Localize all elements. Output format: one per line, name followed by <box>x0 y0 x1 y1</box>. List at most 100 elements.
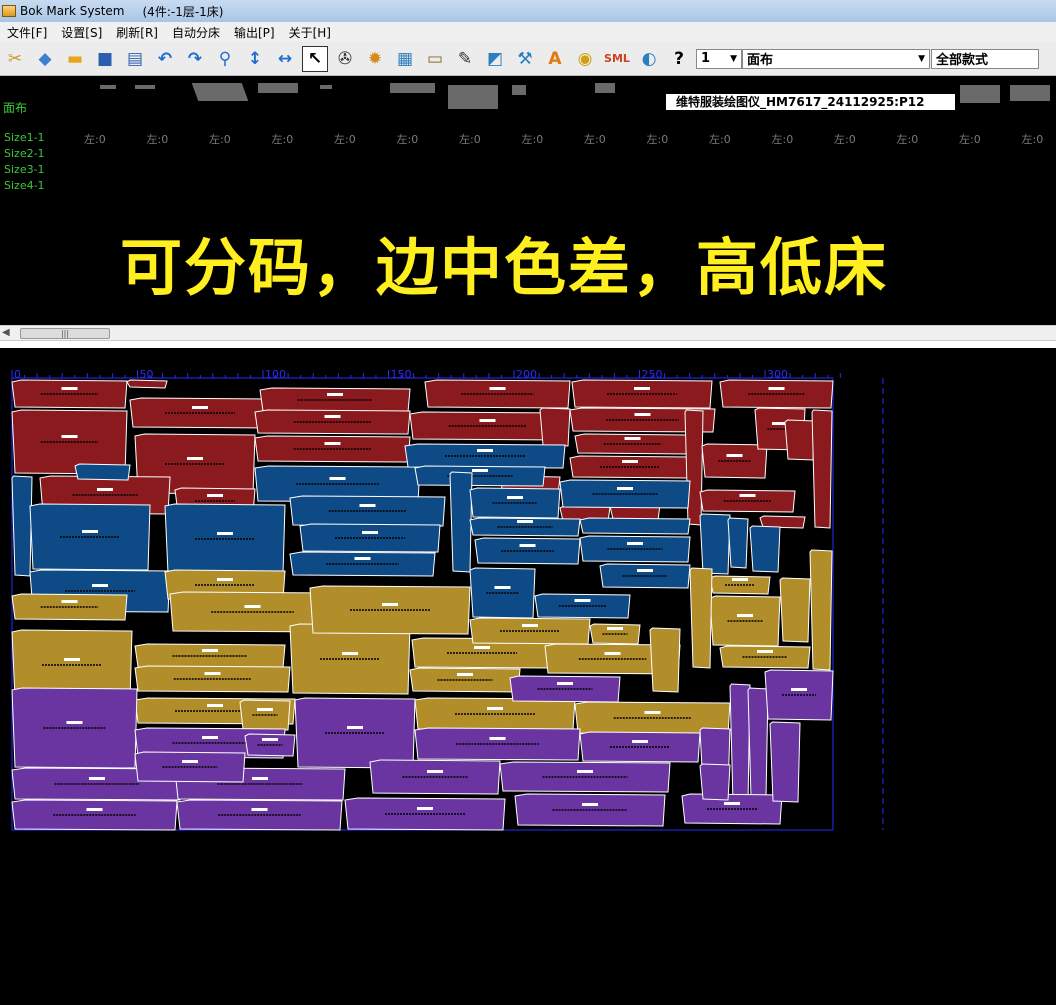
pattern-piece[interactable] <box>369 759 501 795</box>
pattern-piece[interactable] <box>134 665 291 693</box>
pattern-piece[interactable] <box>289 495 446 527</box>
piece-label <box>202 649 218 652</box>
size-row[interactable]: Size4-1 <box>4 179 45 192</box>
menu-about[interactable]: 关于[H] <box>282 24 338 41</box>
tools-icon[interactable]: ⚒ <box>512 46 538 72</box>
menu-auto-split[interactable]: 自动分床 <box>165 24 227 41</box>
layer-select[interactable]: 1 ▼ <box>696 48 742 69</box>
size-row[interactable]: Size3-1 <box>4 163 45 176</box>
scissors-icon[interactable]: ✂ <box>2 46 28 72</box>
pattern-piece[interactable] <box>689 567 713 669</box>
app-icon <box>2 5 16 17</box>
style-select[interactable]: 全部款式 <box>931 48 1039 69</box>
piece-label <box>354 557 371 560</box>
pattern-piece[interactable] <box>579 517 691 535</box>
app-title: Bok Mark System <box>20 4 125 18</box>
pattern-piece[interactable] <box>779 577 811 643</box>
pattern-piece[interactable] <box>749 525 781 573</box>
piece-label <box>487 707 503 710</box>
cursor-icon[interactable]: ↖ <box>302 45 328 72</box>
pattern-piece[interactable] <box>811 409 833 529</box>
flip-horizontal-icon[interactable]: ↔ <box>272 46 298 72</box>
left-count: 左:0 <box>896 133 919 146</box>
save-icon[interactable]: ■ <box>92 46 118 72</box>
fabric-select[interactable]: 面布 ▼ <box>742 48 930 69</box>
style-value: 全部款式 <box>936 53 989 68</box>
pattern-piece[interactable] <box>784 419 816 461</box>
marker-canvas[interactable]: 0 50 100 150 200 250 300 <box>0 348 1056 1001</box>
pattern-piece[interactable] <box>254 409 411 435</box>
pattern-piece[interactable] <box>699 763 731 801</box>
scroll-thumb[interactable]: ||| <box>20 328 110 339</box>
fabric-icon[interactable]: ◆ <box>32 46 58 72</box>
piece-label <box>634 387 650 390</box>
scroll-left-icon[interactable]: ◀ <box>2 327 10 338</box>
pattern-pieces[interactable] <box>11 379 834 831</box>
piece-label <box>627 542 643 545</box>
piece-label <box>427 770 443 773</box>
piece-label <box>489 387 506 390</box>
piece-label <box>724 802 740 805</box>
pattern-piece[interactable] <box>709 595 781 647</box>
pattern-piece[interactable] <box>559 479 691 509</box>
piece-label <box>507 496 523 499</box>
pattern-piece[interactable] <box>649 627 681 693</box>
horizontal-scrollbar[interactable]: ◀ ||| <box>0 325 1056 341</box>
knife-icon[interactable]: ✎ <box>452 46 478 72</box>
disc-icon[interactable]: ◉ <box>572 46 598 72</box>
pattern-piece[interactable] <box>727 517 749 569</box>
print-icon[interactable]: ▭ <box>422 46 448 72</box>
ruler-tick: 300 <box>767 368 788 381</box>
pattern-piece[interactable] <box>539 407 571 447</box>
piece-label <box>89 777 105 780</box>
pattern-piece[interactable] <box>699 489 796 513</box>
pattern-piece[interactable] <box>534 593 631 619</box>
pattern-piece[interactable] <box>474 537 581 565</box>
insert-icon[interactable]: ▤ <box>122 46 148 72</box>
help-icon[interactable]: ? <box>666 46 692 72</box>
plotter-icon[interactable]: ◩ <box>482 46 508 72</box>
pattern-icon[interactable]: ✹ <box>362 46 388 72</box>
globe-icon[interactable]: ◐ <box>636 46 662 72</box>
ruler-icon[interactable]: ▦ <box>392 46 418 72</box>
zoom-icon[interactable]: ⚲ <box>212 46 238 72</box>
piece-label <box>204 672 221 675</box>
pattern-piece[interactable] <box>254 435 411 463</box>
pattern-piece[interactable] <box>699 513 731 575</box>
undo-icon[interactable]: ↶ <box>152 46 178 72</box>
ruler-tick: 200 <box>516 368 537 381</box>
pattern-piece[interactable] <box>747 687 769 799</box>
menu-output[interactable]: 输出[P] <box>227 24 282 41</box>
piece-label <box>737 614 753 617</box>
text-icon[interactable]: A <box>542 46 568 72</box>
window-subtitle: (4件:-1层-1床) <box>142 4 224 19</box>
sml-icon[interactable]: SML <box>602 46 632 72</box>
menu-settings[interactable]: 设置[S] <box>54 24 109 41</box>
marker-layout[interactable]: 0 50 100 150 200 250 300 <box>0 348 1056 1001</box>
size-row[interactable]: Size2-1 <box>4 147 45 160</box>
pattern-piece[interactable] <box>414 727 581 761</box>
menu-file[interactable]: 文件[F] <box>0 24 54 41</box>
piece-label <box>252 777 268 780</box>
reel-icon[interactable]: ✇ <box>332 46 358 72</box>
menu-refresh[interactable]: 刷新[R] <box>109 24 165 41</box>
piece-label <box>97 488 113 491</box>
ruler-tick: 250 <box>642 368 663 381</box>
redo-icon[interactable]: ↷ <box>182 46 208 72</box>
left-count: 左:0 <box>521 133 544 146</box>
piece-label <box>457 673 473 676</box>
pattern-piece[interactable] <box>74 463 131 481</box>
flip-vertical-icon[interactable]: ↕ <box>242 46 268 72</box>
pattern-piece[interactable] <box>11 475 33 577</box>
fabric-value: 面布 <box>747 53 774 68</box>
pattern-piece[interactable] <box>176 799 343 831</box>
open-folder-icon[interactable]: ▬ <box>62 46 88 72</box>
pattern-piece[interactable] <box>729 683 751 805</box>
piece-label <box>604 652 621 655</box>
pattern-piece[interactable] <box>126 379 168 389</box>
pattern-piece[interactable] <box>11 799 178 831</box>
pattern-piece[interactable] <box>769 721 801 803</box>
pattern-piece[interactable] <box>809 549 833 671</box>
pattern-piece[interactable] <box>449 471 473 573</box>
size-row[interactable]: Size1-1 <box>4 131 45 144</box>
